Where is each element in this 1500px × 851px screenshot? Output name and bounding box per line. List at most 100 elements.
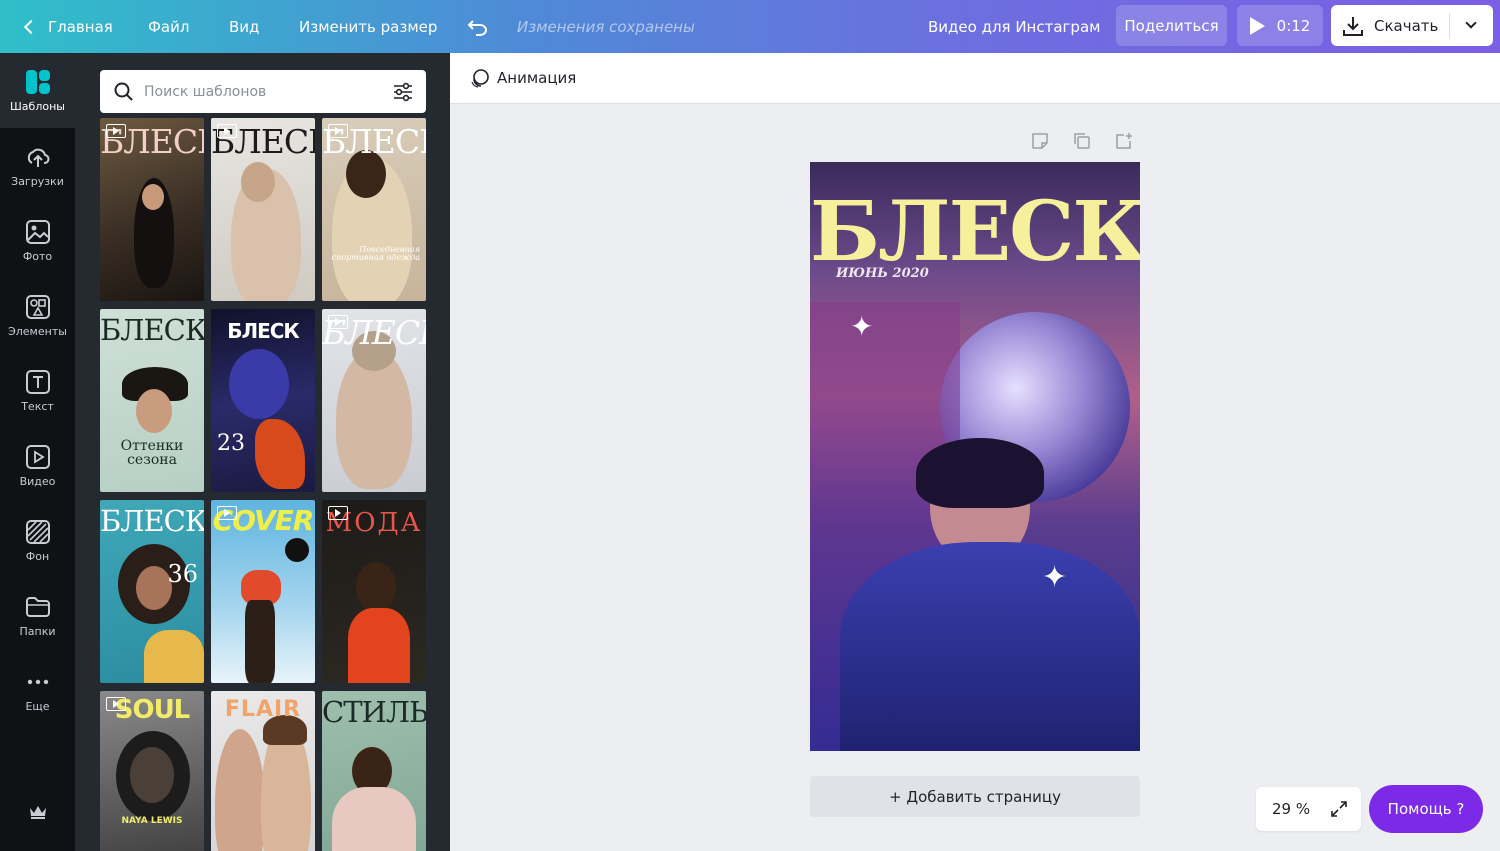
video-badge-icon — [106, 124, 126, 138]
filter-icon[interactable] — [392, 82, 414, 102]
template-tile[interactable]: БЛЕСК Повседневная спортивная одежда — [322, 118, 426, 301]
template-tile[interactable]: БЛЕСК — [211, 118, 315, 301]
video-badge-icon — [217, 124, 237, 138]
template-caption: Оттенки сезона — [120, 438, 184, 468]
video-badge-icon — [328, 124, 348, 138]
rail-label: Элементы — [8, 325, 67, 338]
video-badge-icon — [217, 506, 237, 520]
template-tile[interactable]: БЛЕСК Оттенки сезона — [100, 309, 204, 492]
templates-icon — [24, 68, 52, 96]
undo-button[interactable] — [467, 0, 489, 53]
template-title: БЛЕСК — [227, 319, 300, 343]
left-rail: Шаблоны Загрузки Фото Элементы Текст Вид… — [0, 53, 75, 851]
search-placeholder: Поиск шаблонов — [144, 83, 267, 100]
animation-label: Анимация — [497, 69, 577, 87]
save-status: Изменения сохранены — [517, 17, 695, 36]
play-duration: 0:12 — [1276, 16, 1311, 35]
template-caption: Повседневная спортивная одежда — [331, 245, 420, 262]
video-badge-icon — [106, 697, 126, 711]
search-input[interactable]: Поиск шаблонов — [100, 70, 426, 113]
animation-icon — [471, 69, 489, 88]
rail-label: Фон — [25, 550, 50, 563]
home-link[interactable]: Главная — [22, 0, 113, 53]
template-caption: 23 — [217, 431, 245, 456]
help-button[interactable]: Помощь ? — [1369, 785, 1483, 833]
rail-item-background[interactable]: Фон — [0, 503, 75, 578]
design-page[interactable]: ✦ ✦ БЛЕСК ИЮНЬ 2020 — [810, 162, 1140, 751]
template-title: БЛЕСК — [100, 313, 204, 347]
template-caption: 36 — [167, 560, 198, 588]
rail-label: Загрузки — [11, 175, 64, 188]
add-page-icon[interactable] — [1114, 131, 1134, 151]
more-icon — [24, 668, 52, 696]
rail-item-more[interactable]: Еще — [0, 653, 75, 728]
rail-label: Видео — [19, 475, 56, 488]
background-icon — [24, 518, 52, 546]
rail-label: Папки — [19, 625, 56, 638]
sparkle-icon: ✦ — [1042, 560, 1068, 595]
undo-icon — [467, 19, 487, 36]
badge-sticker — [285, 538, 309, 562]
sparkle-icon: ✦ — [850, 310, 874, 343]
template-title: FLAIR — [224, 697, 302, 722]
editor-toolbar: Анимация — [450, 53, 1500, 104]
top-bar: Главная Файл Вид Изменить размер Изменен… — [0, 0, 1500, 53]
template-tile[interactable]: БЛЕСК — [100, 118, 204, 301]
view-menu[interactable]: Вид — [229, 0, 259, 53]
video-icon — [24, 443, 52, 471]
template-tile[interactable]: БЛЕСК — [322, 309, 426, 492]
photo-icon — [24, 218, 52, 246]
templates-panel: Поиск шаблонов БЛЕСК БЛЕСК БЛЕСК Повседн… — [75, 53, 450, 851]
rail-label: Текст — [21, 400, 54, 413]
rail-label: Фото — [22, 250, 53, 263]
file-menu[interactable]: Файл — [148, 0, 189, 53]
rail-item-photos[interactable]: Фото — [0, 203, 75, 278]
video-badge-icon — [328, 315, 348, 329]
rail-label: Шаблоны — [10, 100, 65, 113]
add-page-button[interactable]: + Добавить страницу — [810, 776, 1140, 817]
zoom-level: 29 % — [1272, 800, 1311, 818]
duplicate-icon[interactable] — [1072, 131, 1092, 151]
rail-item-text[interactable]: Текст — [0, 353, 75, 428]
fullscreen-icon[interactable] — [1330, 800, 1348, 818]
rail-item-elements[interactable]: Элементы — [0, 278, 75, 353]
rail-item-video[interactable]: Видео — [0, 428, 75, 503]
document-title[interactable]: Видео для Инстаграм — [928, 0, 1100, 53]
download-button[interactable]: Скачать — [1331, 5, 1493, 46]
rail-item-uploads[interactable]: Загрузки — [0, 128, 75, 203]
download-icon — [1343, 16, 1363, 36]
template-title: СТИЛЬ — [322, 695, 426, 729]
template-tile[interactable]: БЛЕСК 23 — [211, 309, 315, 492]
rail-item-templates[interactable]: Шаблоны — [0, 53, 75, 128]
template-title: БЛЕСК — [100, 504, 204, 538]
template-tile[interactable]: COVER — [211, 500, 315, 683]
template-tile[interactable]: SOUL NAYA LEWIS — [100, 691, 204, 851]
chevron-down-icon[interactable] — [1465, 17, 1477, 29]
template-tile[interactable]: БЛЕСК 36 — [100, 500, 204, 683]
hair-shape — [916, 438, 1044, 508]
note-icon[interactable] — [1030, 131, 1050, 151]
jacket-shape — [840, 542, 1140, 751]
resize-menu[interactable]: Изменить размер — [299, 0, 437, 53]
search-icon — [114, 82, 133, 101]
rail-item-pro[interactable] — [0, 776, 75, 851]
text-icon — [24, 368, 52, 396]
crown-icon — [24, 798, 52, 826]
play-icon — [1249, 16, 1265, 35]
play-button[interactable]: 0:12 — [1237, 5, 1323, 46]
page-date[interactable]: ИЮНЬ 2020 — [836, 266, 929, 281]
template-tile[interactable]: FLAIR — [211, 691, 315, 851]
template-tile[interactable]: СТИЛЬ — [322, 691, 426, 851]
upload-icon — [24, 143, 52, 171]
home-label: Главная — [48, 17, 113, 36]
zoom-control[interactable]: 29 % — [1256, 787, 1361, 831]
chevron-left-icon — [23, 19, 39, 34]
rail-label: Еще — [25, 700, 50, 713]
video-badge-icon — [328, 506, 348, 520]
template-tile[interactable]: МОДА — [322, 500, 426, 683]
animation-button[interactable]: Анимация — [470, 68, 576, 88]
page-tools — [1030, 131, 1134, 151]
template-caption: NAYA LEWIS — [121, 816, 183, 826]
rail-item-folders[interactable]: Папки — [0, 578, 75, 653]
share-button[interactable]: Поделиться — [1116, 5, 1227, 46]
